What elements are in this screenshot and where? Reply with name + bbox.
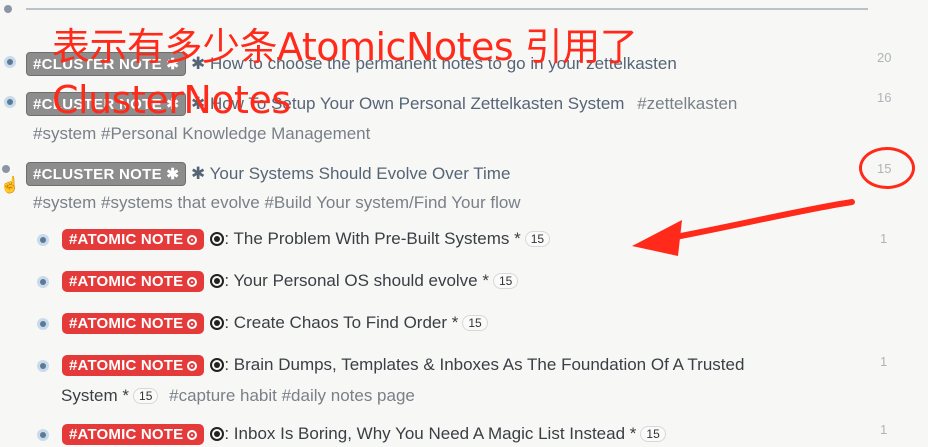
divider <box>26 8 868 10</box>
circle-dot-icon <box>210 427 225 441</box>
bullet[interactable] <box>4 96 16 108</box>
annotation-line-1: 表示有多少条AtomicNotes 引用了 <box>52 25 638 69</box>
ref-pill[interactable]: 15 <box>492 273 519 289</box>
hashtag[interactable]: #zettelkasten <box>637 94 737 113</box>
ref-pill[interactable]: 15 <box>524 231 551 247</box>
reference-count: 1 <box>880 422 888 437</box>
note-title[interactable]: : The Problem With Pre-Built Systems * <box>224 229 520 248</box>
circle-dot-icon <box>210 316 225 330</box>
circle-dot-icon <box>187 430 198 440</box>
atomic-row-4[interactable]: #ATOMIC NOTE : Brain Dumps, Templates & I… <box>62 355 744 376</box>
atomic-note-tag[interactable]: #ATOMIC NOTE <box>62 271 205 292</box>
atomic-note-tag[interactable]: #ATOMIC NOTE <box>62 355 205 376</box>
cluster-note-tag[interactable]: #CLUSTER NOTE ✱ <box>26 162 187 186</box>
ref-pill[interactable]: 15 <box>133 388 159 404</box>
highlight-circle <box>859 147 915 189</box>
circle-dot-icon <box>187 277 198 287</box>
note-title[interactable]: : Brain Dumps, Templates & Inboxes As Th… <box>224 355 744 374</box>
reference-count: 16 <box>877 90 892 105</box>
ref-pill[interactable]: 15 <box>640 426 666 442</box>
circle-dot-icon <box>187 319 198 329</box>
bullet[interactable] <box>37 360 49 372</box>
reference-count: 1 <box>880 354 888 369</box>
bullet[interactable] <box>37 276 49 288</box>
hashtags[interactable]: #system #systems that evolve #Build Your… <box>33 193 521 213</box>
atomic-note-tag[interactable]: #ATOMIC NOTE <box>62 313 205 334</box>
atomic-note-tag[interactable]: #ATOMIC NOTE <box>62 229 205 250</box>
atomic-row-3[interactable]: #ATOMIC NOTE : Create Chaos To Find Order… <box>62 313 488 334</box>
circle-dot-icon <box>187 235 198 245</box>
circle-dot-icon <box>210 232 225 246</box>
bullet[interactable] <box>37 429 49 441</box>
bullet[interactable] <box>37 318 49 330</box>
cluster-row-3[interactable]: #CLUSTER NOTE ✱ ✱ Your Systems Should Ev… <box>26 162 510 186</box>
atomic-row-1[interactable]: #ATOMIC NOTE : The Problem With Pre-Built… <box>62 229 551 250</box>
atomic-note-tag[interactable]: #ATOMIC NOTE <box>62 424 205 445</box>
ref-pill[interactable]: 15 <box>462 315 488 331</box>
hashtags[interactable]: #system #Personal Knowledge Management <box>33 124 370 144</box>
cursor-hand-icon: ☝ <box>0 177 20 194</box>
annotation-line-2: ClusterNotes <box>52 78 291 122</box>
hashtags[interactable]: #capture habit #daily notes page <box>169 386 415 405</box>
atomic-row-4-cont[interactable]: System * 15 #capture habit #daily notes p… <box>61 386 415 406</box>
circle-dot-icon <box>210 358 225 372</box>
circle-dot-icon <box>210 274 225 288</box>
note-title-cont[interactable]: System * <box>61 386 129 405</box>
bullet[interactable] <box>4 56 16 68</box>
note-title[interactable]: ✱ Your Systems Should Evolve Over Time <box>191 164 510 183</box>
atomic-row-2[interactable]: #ATOMIC NOTE : Your Personal OS should ev… <box>62 271 519 292</box>
circle-dot-icon <box>187 361 198 371</box>
top-bullet <box>4 5 12 13</box>
reference-count: 1 <box>880 231 888 246</box>
bullet[interactable] <box>37 234 49 246</box>
reference-count: 20 <box>877 50 892 65</box>
note-title[interactable]: : Create Chaos To Find Order * <box>224 313 458 332</box>
note-title[interactable]: : Inbox Is Boring, Why You Need A Magic … <box>224 424 636 443</box>
annotation-arrow-icon <box>632 199 855 256</box>
bullet[interactable] <box>2 165 10 173</box>
note-title[interactable]: : Your Personal OS should evolve * <box>224 271 489 290</box>
atomic-row-5[interactable]: #ATOMIC NOTE : Inbox Is Boring, Why You N… <box>62 424 666 445</box>
